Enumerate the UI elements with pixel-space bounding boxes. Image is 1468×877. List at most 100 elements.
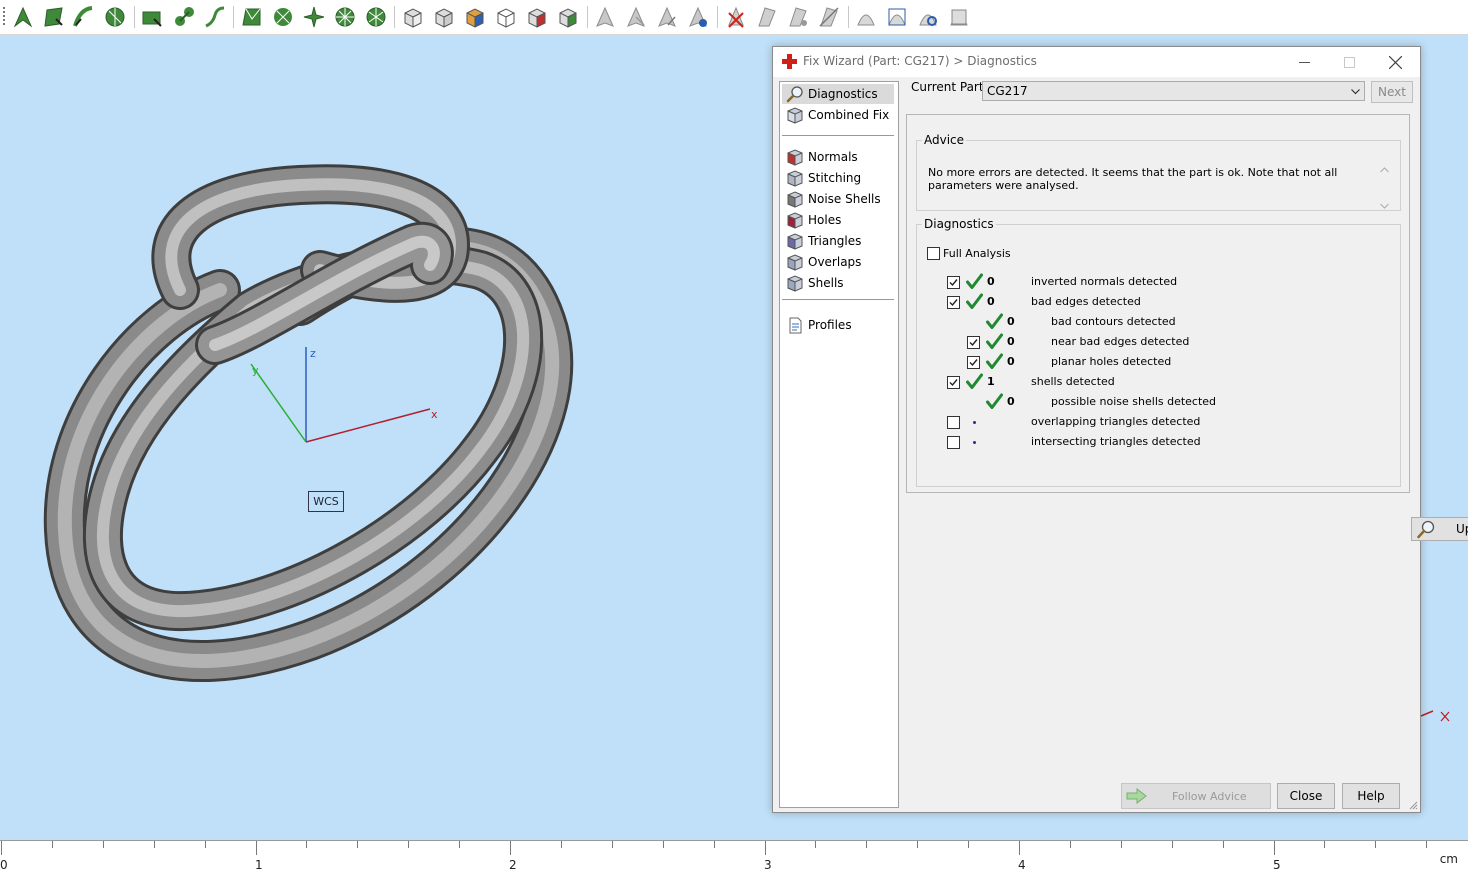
nav-item-holes[interactable]: Holes <box>782 210 894 230</box>
magnifier-icon <box>1417 520 1435 539</box>
wheel-tool-icon[interactable] <box>333 5 357 29</box>
diagnostic-checkbox[interactable] <box>947 416 960 429</box>
green-check-icon <box>986 313 1003 330</box>
dialog-title: Fix Wizard (Part: CG217) > Diagnostics <box>803 54 1037 68</box>
combined-fix-icon <box>786 106 804 124</box>
help-button[interactable]: Help <box>1342 783 1400 809</box>
dialog-titlebar[interactable]: Fix Wizard (Part: CG217) > Diagnostics <box>773 47 1420 77</box>
nav-item-label: Triangles <box>808 234 862 248</box>
ruler-tick <box>52 841 53 848</box>
current-part-select[interactable]: CG217 <box>982 81 1365 101</box>
shells-cube-icon <box>786 274 804 292</box>
ruler-tick <box>408 841 409 848</box>
minimize-button[interactable] <box>1282 47 1327 77</box>
star-tool-icon[interactable] <box>302 5 326 29</box>
cone-blue-icon[interactable] <box>686 5 710 29</box>
green-check-icon <box>966 273 983 290</box>
nav-item-stitching[interactable]: Stitching <box>782 168 894 188</box>
next-button[interactable]: Next <box>1371 81 1413 103</box>
diagnostics-group: Diagnostics Full Analysis 0 inverted norm… <box>916 217 1401 487</box>
ruler-tick <box>1070 841 1071 848</box>
spoke-tool-icon[interactable] <box>364 5 388 29</box>
cube-view-icon[interactable] <box>401 5 425 29</box>
nav-item-diagnostics[interactable]: Diagnostics <box>782 84 894 104</box>
noise-shells-icon <box>786 190 804 208</box>
profiles-doc-icon <box>786 316 804 334</box>
cone-icon[interactable] <box>593 5 617 29</box>
triangle-select-icon[interactable] <box>42 5 66 29</box>
cone-arrow-icon[interactable] <box>655 5 679 29</box>
normals-cube-icon <box>786 148 804 166</box>
cone-half-icon[interactable] <box>624 5 648 29</box>
prism-icon[interactable] <box>755 5 779 29</box>
nav-item-triangles[interactable]: Triangles <box>782 231 894 251</box>
dome-scan-icon[interactable] <box>885 5 909 29</box>
cube-front-icon[interactable] <box>432 5 456 29</box>
ruler-label: 5 <box>1273 858 1281 872</box>
prism-slash-icon[interactable] <box>817 5 841 29</box>
delete-mark-icon[interactable] <box>724 5 748 29</box>
maximize-button[interactable] <box>1327 47 1372 77</box>
gear-tool-icon[interactable] <box>271 5 295 29</box>
green-check-icon <box>986 353 1003 370</box>
toolbar-separator <box>587 6 588 28</box>
curve-select-icon[interactable] <box>72 5 96 29</box>
ruler-tick <box>510 841 511 855</box>
diagnostic-count: 0 <box>1007 335 1015 348</box>
plane-cut-icon[interactable] <box>140 5 164 29</box>
dome-flat-icon[interactable] <box>947 5 971 29</box>
nav-item-noise-shells[interactable]: Noise Shells <box>782 189 894 209</box>
advice-scrollbar[interactable] <box>1377 164 1392 212</box>
diagnostic-label: overlapping triangles detected <box>1031 415 1201 428</box>
nav-item-overlaps[interactable]: Overlaps <box>782 252 894 272</box>
ruler-label: 0 <box>0 858 8 872</box>
maximize-icon <box>1344 56 1355 68</box>
toolbar-grip[interactable] <box>3 7 5 27</box>
diagnostic-checkbox[interactable] <box>947 276 960 289</box>
diagnostic-checkbox[interactable] <box>947 376 960 389</box>
diagnostic-checkbox[interactable] <box>947 436 960 449</box>
nav-item-shells[interactable]: Shells <box>782 273 894 293</box>
main-toolbar <box>0 0 1468 35</box>
ruler-tick <box>357 841 358 848</box>
mesh-edit-icon[interactable] <box>240 5 264 29</box>
diagnostic-count: 0 <box>987 295 995 308</box>
update-button[interactable]: Update <box>1411 517 1468 541</box>
nav-item-combined-fix[interactable]: Combined Fix <box>782 105 894 125</box>
knot-model <box>43 164 574 682</box>
close-window-button[interactable] <box>1373 47 1418 77</box>
holes-cube-icon <box>786 211 804 229</box>
dome-icon[interactable] <box>854 5 878 29</box>
close-button[interactable]: Close <box>1277 783 1335 809</box>
cube-green-icon[interactable] <box>556 5 580 29</box>
branch-tool-icon[interactable] <box>203 5 227 29</box>
knot-tool-icon[interactable] <box>172 5 196 29</box>
diagnostic-checkbox[interactable] <box>947 296 960 309</box>
surface-select-icon[interactable] <box>103 5 127 29</box>
nav-item-normals[interactable]: Normals <box>782 147 894 167</box>
x-axis-label: x <box>431 408 438 421</box>
ruler-tick <box>1019 841 1020 855</box>
axis-triad: z y x <box>250 347 438 443</box>
diagnostic-checkbox[interactable] <box>967 356 980 369</box>
current-part-label: Current Part: <box>911 80 988 94</box>
toolbar-separator <box>394 6 395 28</box>
prism-dot-icon[interactable] <box>786 5 810 29</box>
cube-red-icon[interactable] <box>525 5 549 29</box>
toolbar-separator <box>233 6 234 28</box>
diagnostic-count: 0 <box>1007 395 1015 408</box>
diagnostic-count: 0 <box>987 275 995 288</box>
resize-grip-icon[interactable] <box>1408 800 1418 810</box>
minimize-icon <box>1299 61 1310 63</box>
current-part-value: CG217 <box>987 84 1028 98</box>
ruler-tick <box>306 841 307 848</box>
full-analysis-checkbox[interactable] <box>927 247 940 260</box>
nav-item-profiles[interactable]: Profiles <box>782 315 894 335</box>
cube-color-icon[interactable] <box>463 5 487 29</box>
follow-advice-button[interactable]: Follow Advice <box>1121 783 1271 809</box>
dome-magnify-icon[interactable] <box>916 5 940 29</box>
arrow-tool-icon[interactable] <box>12 5 36 29</box>
cube-wire-icon[interactable] <box>494 5 518 29</box>
diagnostic-checkbox[interactable] <box>967 336 980 349</box>
pending-dot-icon <box>973 421 976 424</box>
